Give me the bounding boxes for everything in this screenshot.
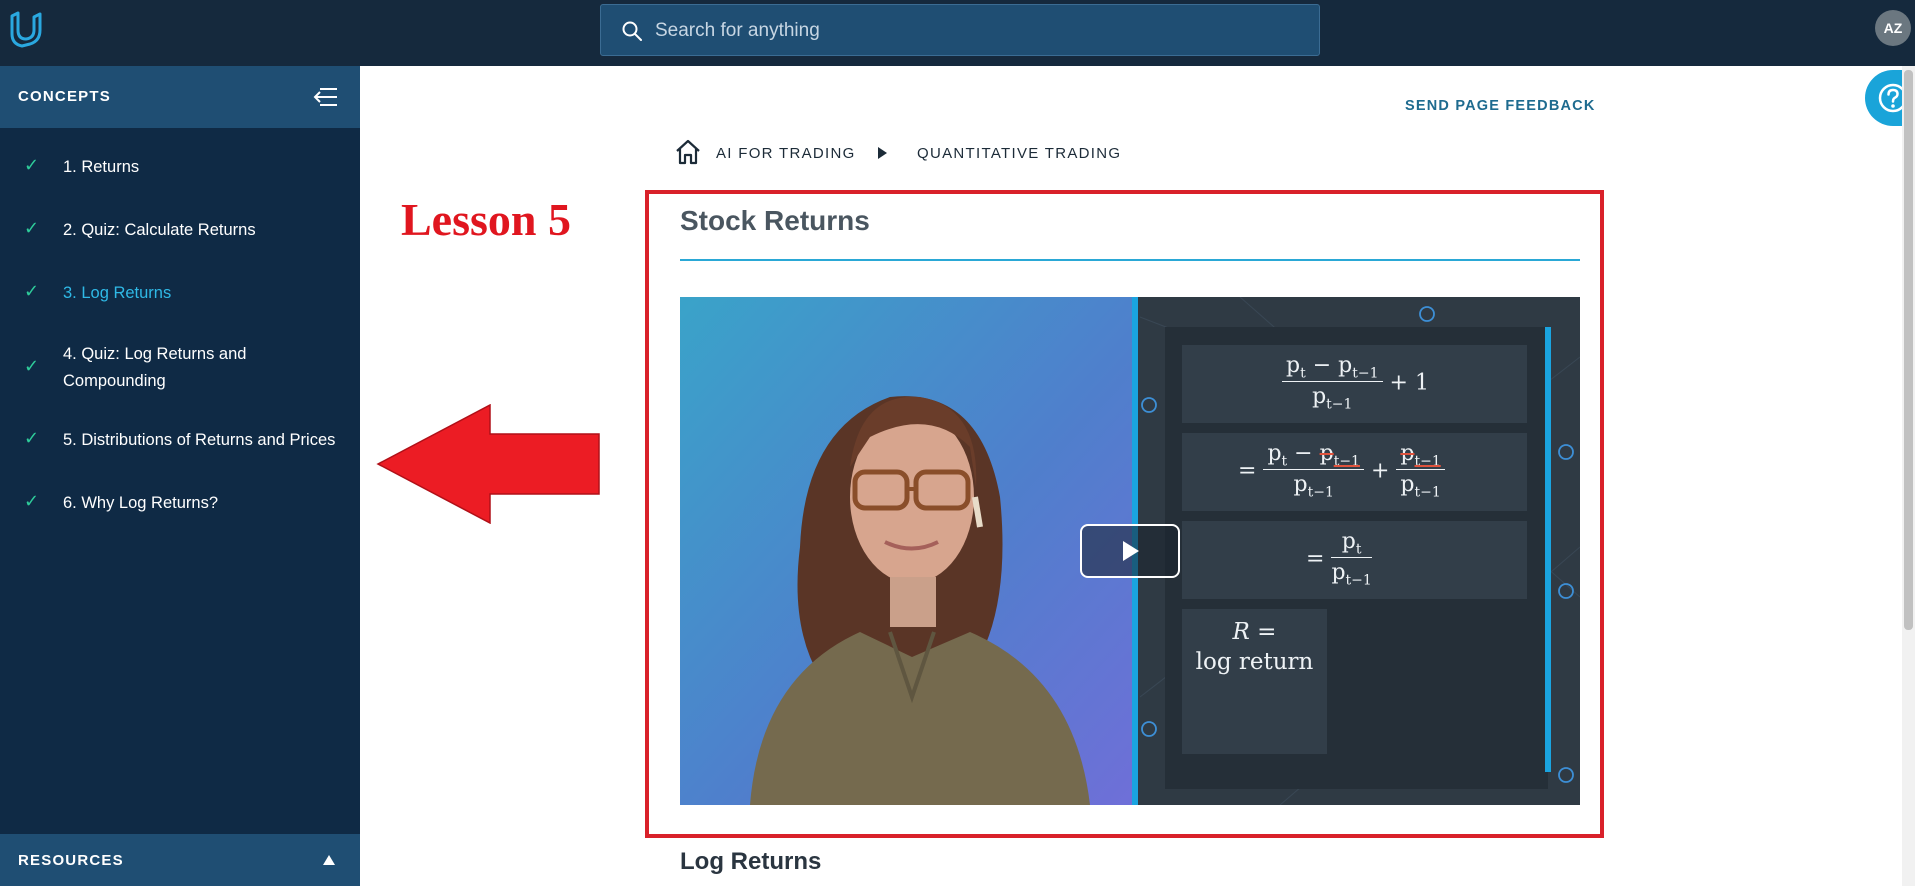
equation-box-line-1: R = <box>1232 619 1277 645</box>
search-icon <box>622 21 642 41</box>
sidebar-title: CONCEPTS <box>18 88 111 105</box>
breadcrumb-course[interactable]: QUANTITATIVE TRADING <box>917 145 1121 162</box>
sidebar-item-distributions[interactable]: ✓ 5. Distributions of Returns and Prices <box>0 421 360 461</box>
top-navigation-bar: AZ <box>0 0 1915 66</box>
sidebar-item-log-returns[interactable]: ✓ 3. Log Returns <box>0 274 360 314</box>
check-icon: ✓ <box>24 155 40 175</box>
check-icon: ✓ <box>24 218 40 238</box>
resources-toggle[interactable]: RESOURCES <box>0 834 360 886</box>
check-icon: ✓ <box>24 428 40 448</box>
sidebar-header: CONCEPTS <box>0 66 360 128</box>
breadcrumb-separator-icon <box>878 147 887 159</box>
equation-row-2: = pt − pt−1 pt−1 + pt−1 pt−1 <box>1238 441 1445 501</box>
check-icon: ✓ <box>24 356 40 376</box>
section-heading: Log Returns <box>680 848 822 875</box>
sidebar-item-label: 4. Quiz: Log Returns and Compounding <box>63 345 247 390</box>
title-divider <box>680 259 1580 261</box>
sidebar-item-why-log-returns[interactable]: ✓ 6. Why Log Returns? <box>0 484 360 524</box>
equation-row-3: = pt pt−1 <box>1306 529 1372 589</box>
search-bar[interactable] <box>600 4 1320 56</box>
sidebar-item-returns[interactable]: ✓ 1. Returns <box>0 148 360 188</box>
udacity-logo-icon[interactable] <box>6 8 48 50</box>
home-icon[interactable] <box>674 138 702 166</box>
sidebar-item-label: 2. Quiz: Calculate Returns <box>63 221 256 239</box>
annotation-lesson-label: Lesson 5 <box>401 194 571 245</box>
sidebar-item-quiz-calculate-returns[interactable]: ✓ 2. Quiz: Calculate Returns <box>0 211 360 251</box>
resources-label: RESOURCES <box>18 852 124 869</box>
search-input[interactable] <box>655 13 1295 49</box>
equation-row-4: R = log return <box>1182 617 1327 677</box>
sidebar-item-label: 5. Distributions of Returns and Prices <box>63 431 336 449</box>
equation-box-line-2: log return <box>1195 649 1314 675</box>
scrollbar-thumb[interactable] <box>1904 70 1913 630</box>
send-feedback-link[interactable]: SEND PAGE FEEDBACK <box>1405 98 1596 114</box>
play-button[interactable] <box>1080 524 1180 578</box>
sidebar-item-label: 6. Why Log Returns? <box>63 494 218 512</box>
check-icon: ✓ <box>24 281 40 301</box>
video-player[interactable]: pt − pt−1 pt−1 + 1 = pt − pt−1 pt−1 + pt… <box>680 297 1580 805</box>
sidebar-item-label: 3. Log Returns <box>63 284 172 302</box>
sidebar-item-label: 1. Returns <box>63 158 140 176</box>
chevron-up-icon <box>323 855 335 865</box>
play-icon <box>1123 541 1139 561</box>
breadcrumb-program[interactable]: AI FOR TRADING <box>716 145 856 162</box>
user-avatar[interactable]: AZ <box>1875 10 1911 46</box>
concepts-sidebar: CONCEPTS ✓ 1. Returns ✓ 2. Quiz: Calcula… <box>0 66 360 886</box>
sidebar-item-quiz-log-returns-compounding[interactable]: ✓ 4. Quiz: Log Returns and Compounding <box>0 336 360 396</box>
concept-title: Stock Returns <box>680 205 870 236</box>
equation-row-1: pt − pt−1 pt−1 + 1 <box>1282 353 1429 413</box>
annotation-arrow-icon <box>376 404 600 524</box>
check-icon: ✓ <box>24 491 40 511</box>
collapse-sidebar-icon[interactable] <box>312 86 338 108</box>
